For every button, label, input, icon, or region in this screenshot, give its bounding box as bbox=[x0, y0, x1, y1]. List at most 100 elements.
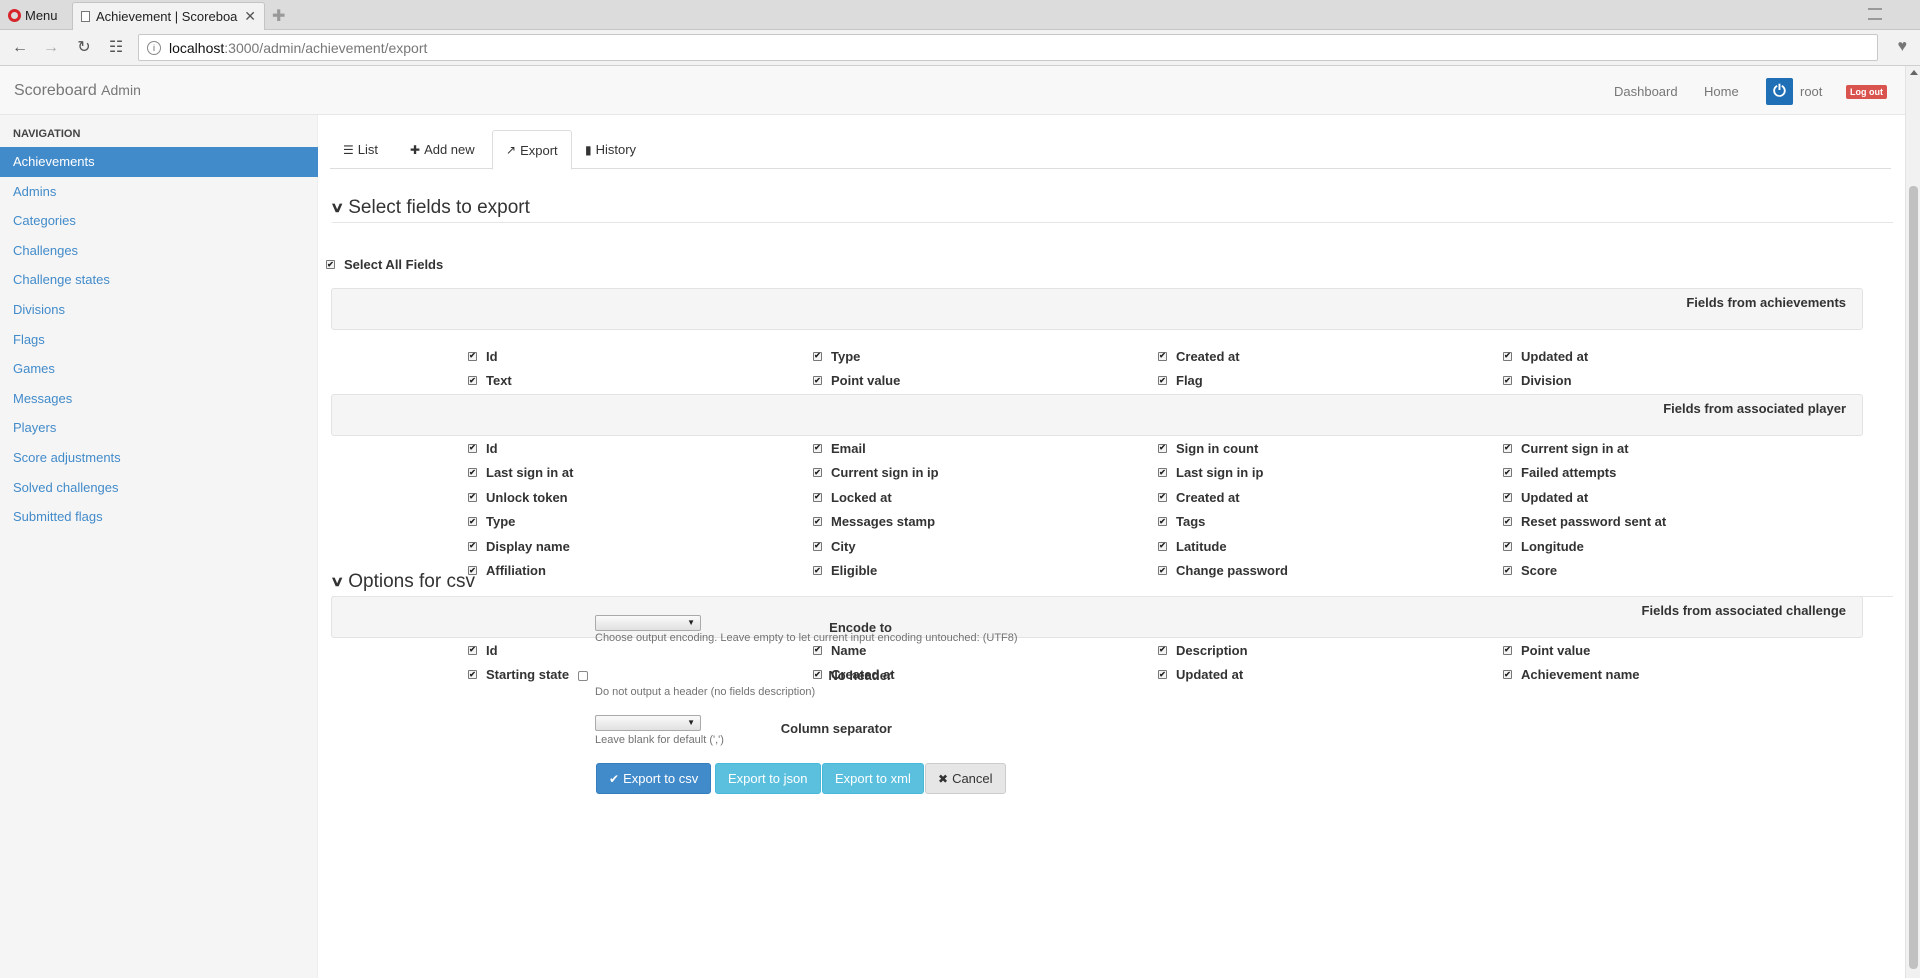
tab-history[interactable]: ▮ History bbox=[572, 130, 649, 169]
field-checkbox[interactable]: ✔ bbox=[813, 670, 822, 680]
export-field[interactable]: ✔ Flag bbox=[1158, 369, 1503, 394]
tab-menu-icon[interactable] bbox=[1868, 8, 1882, 20]
export-field[interactable]: ✔ Display name bbox=[468, 534, 813, 559]
export-csv-button[interactable]: ✔ Export to csv bbox=[596, 763, 712, 794]
field-checkbox[interactable]: ✔ bbox=[1503, 645, 1512, 655]
user-name[interactable]: root bbox=[1800, 84, 1822, 99]
field-checkbox[interactable]: ✔ bbox=[1158, 517, 1167, 527]
export-field[interactable]: ✔ Latitude bbox=[1158, 534, 1503, 559]
export-field[interactable]: ✔ Email bbox=[813, 436, 1158, 461]
export-field[interactable]: ✔ Text bbox=[468, 369, 813, 394]
export-field[interactable]: ✔ Tags bbox=[1158, 510, 1503, 535]
sidebar-item-admins[interactable]: Admins bbox=[0, 177, 318, 207]
options-legend[interactable]: ∨ Options for csv bbox=[330, 567, 1893, 597]
field-checkbox[interactable]: ✔ bbox=[468, 541, 477, 551]
field-checkbox[interactable]: ✔ bbox=[1503, 541, 1512, 551]
field-checkbox[interactable]: ✔ bbox=[813, 376, 822, 386]
speed-dial-icon[interactable]: ☷ bbox=[107, 39, 125, 57]
export-field[interactable]: ✔ Point value bbox=[813, 369, 1158, 394]
field-checkbox[interactable]: ✔ bbox=[1158, 351, 1167, 361]
field-checkbox[interactable]: ✔ bbox=[1158, 670, 1167, 680]
field-checkbox[interactable]: ✔ bbox=[468, 376, 477, 386]
field-checkbox[interactable]: ✔ bbox=[813, 443, 822, 453]
field-checkbox[interactable]: ✔ bbox=[468, 468, 477, 478]
group-header-player[interactable]: Fields from associated player bbox=[331, 394, 1863, 436]
field-checkbox[interactable]: ✔ bbox=[1158, 645, 1167, 655]
export-field[interactable]: ✔ Id bbox=[468, 344, 813, 369]
export-json-button[interactable]: Export to json bbox=[715, 763, 821, 794]
field-checkbox[interactable]: ✔ bbox=[468, 517, 477, 527]
export-field[interactable]: ✔ Sign in count bbox=[1158, 436, 1503, 461]
export-field[interactable]: ✔ Messages stamp bbox=[813, 510, 1158, 535]
field-checkbox[interactable]: ✔ bbox=[813, 468, 822, 478]
field-checkbox[interactable]: ✔ bbox=[1158, 492, 1167, 502]
page-scrollbar[interactable] bbox=[1905, 66, 1920, 978]
export-field[interactable]: ✔ Failed attempts bbox=[1503, 461, 1848, 486]
export-field[interactable]: ✔ Starting state bbox=[468, 663, 813, 688]
field-checkbox[interactable]: ✔ bbox=[813, 541, 822, 551]
column-separator-select[interactable]: ▼ bbox=[595, 715, 701, 731]
field-checkbox[interactable]: ✔ bbox=[1158, 468, 1167, 478]
field-checkbox[interactable]: ✔ bbox=[1158, 541, 1167, 551]
noheader-checkbox[interactable] bbox=[578, 671, 588, 681]
dashboard-link[interactable]: Dashboard bbox=[1614, 84, 1678, 99]
field-checkbox[interactable]: ✔ bbox=[468, 670, 477, 680]
field-checkbox[interactable]: ✔ bbox=[1503, 517, 1512, 527]
field-checkbox[interactable]: ✔ bbox=[468, 645, 477, 655]
field-checkbox[interactable]: ✔ bbox=[813, 645, 822, 655]
field-checkbox[interactable]: ✔ bbox=[468, 492, 477, 502]
field-checkbox[interactable]: ✔ bbox=[468, 351, 477, 361]
export-field[interactable]: ✔ Reset password sent at bbox=[1503, 510, 1848, 535]
export-field[interactable]: ✔ Division bbox=[1503, 369, 1848, 394]
export-field[interactable]: ✔ Longitude bbox=[1503, 534, 1848, 559]
sidebar-item-categories[interactable]: Categories bbox=[0, 206, 318, 236]
browser-menu-button[interactable]: Menu bbox=[8, 6, 58, 24]
heart-icon[interactable]: ♥ bbox=[1898, 38, 1908, 56]
export-field[interactable]: ✔ Last sign in ip bbox=[1158, 461, 1503, 486]
export-field[interactable]: ✔ Type bbox=[468, 510, 813, 535]
export-field[interactable]: ✔ Id bbox=[468, 436, 813, 461]
select-all-fields[interactable]: ✔ Select All Fields bbox=[326, 257, 443, 272]
group-header-achievements[interactable]: Fields from achievements bbox=[331, 288, 1863, 330]
field-checkbox[interactable]: ✔ bbox=[813, 351, 822, 361]
address-bar[interactable]: i localhost :3000/admin/achievement/expo… bbox=[138, 34, 1878, 61]
field-checkbox[interactable]: ✔ bbox=[1158, 376, 1167, 386]
export-field[interactable]: ✔ Current sign in at bbox=[1503, 436, 1848, 461]
sidebar-item-achievements[interactable]: Achievements bbox=[0, 147, 318, 177]
export-field[interactable]: ✔ Updated at bbox=[1503, 344, 1848, 369]
field-checkbox[interactable]: ✔ bbox=[1503, 443, 1512, 453]
field-checkbox[interactable]: ✔ bbox=[1503, 670, 1512, 680]
export-field[interactable]: ✔ Created at bbox=[1158, 344, 1503, 369]
field-checkbox[interactable]: ✔ bbox=[468, 443, 477, 453]
encode-select[interactable]: ▼ bbox=[595, 615, 701, 631]
sidebar-item-score-adjustments[interactable]: Score adjustments bbox=[0, 443, 318, 473]
export-field[interactable]: ✔ Achievement name bbox=[1503, 663, 1848, 688]
export-field[interactable]: ✔ Locked at bbox=[813, 485, 1158, 510]
export-field[interactable]: ✔ Unlock token bbox=[468, 485, 813, 510]
fields-legend[interactable]: ∨ Select fields to export bbox=[330, 193, 1893, 223]
browser-tab[interactable]: Achievement | Scoreboa ✕ bbox=[72, 2, 265, 30]
brand[interactable]: Scoreboard Admin bbox=[14, 82, 141, 100]
sidebar-item-players[interactable]: Players bbox=[0, 413, 318, 443]
field-checkbox[interactable]: ✔ bbox=[813, 492, 822, 502]
export-field[interactable]: ✔ Updated at bbox=[1503, 485, 1848, 510]
close-tab-icon[interactable]: ✕ bbox=[244, 8, 256, 25]
export-xml-button[interactable]: Export to xml bbox=[822, 763, 924, 794]
home-link[interactable]: Home bbox=[1704, 84, 1739, 99]
export-field[interactable]: ✔ Point value bbox=[1503, 638, 1848, 663]
sidebar-item-messages[interactable]: Messages bbox=[0, 384, 318, 414]
export-field[interactable]: ✔ Description bbox=[1158, 638, 1503, 663]
back-arrow-icon[interactable]: ← bbox=[11, 39, 29, 57]
sidebar-item-submitted-flags[interactable]: Submitted flags bbox=[0, 502, 318, 532]
sidebar-item-flags[interactable]: Flags bbox=[0, 325, 318, 355]
field-checkbox[interactable]: ✔ bbox=[1158, 443, 1167, 453]
field-checkbox[interactable]: ✔ bbox=[1503, 492, 1512, 502]
forward-arrow-icon[interactable]: → bbox=[42, 39, 60, 57]
export-field[interactable]: ✔ Type bbox=[813, 344, 1158, 369]
cancel-button[interactable]: ✖ Cancel bbox=[925, 763, 1006, 794]
export-field[interactable]: ✔ Created at bbox=[1158, 485, 1503, 510]
site-info-icon[interactable]: i bbox=[147, 40, 161, 55]
sidebar-item-games[interactable]: Games bbox=[0, 354, 318, 384]
field-checkbox[interactable]: ✔ bbox=[813, 517, 822, 527]
group-header-challenge[interactable]: Fields from associated challenge bbox=[331, 596, 1863, 638]
